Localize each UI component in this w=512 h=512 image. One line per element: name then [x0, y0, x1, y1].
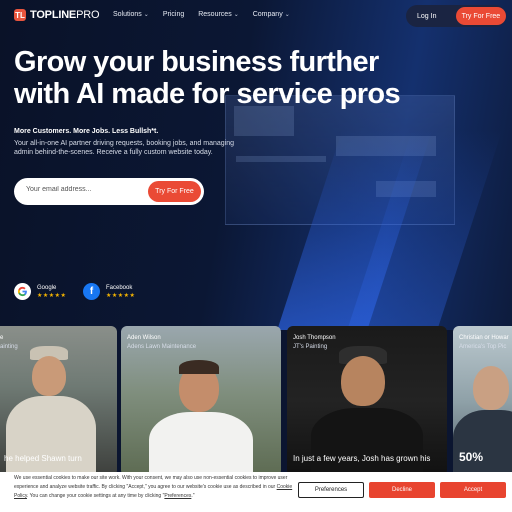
email-signup-form: Try For Free	[14, 178, 204, 205]
cookie-text: We use essential cookies to make our sit…	[14, 474, 294, 501]
cookie-text-part-2: . You can change your cookie settings at…	[26, 493, 165, 499]
person-head	[32, 356, 66, 396]
headline-line-1: Grow your business further	[14, 46, 379, 78]
person-body	[149, 412, 253, 476]
testimonial-author: Aden Wilson Adens Lawn Maintenance	[127, 334, 196, 352]
email-input[interactable]	[26, 186, 136, 193]
accept-button[interactable]: Accept	[440, 482, 506, 498]
logo-mark-icon: TL	[14, 9, 26, 21]
hero-subhead: More Customers. More Jobs. Less Bullsh*t…	[14, 128, 159, 135]
login-button[interactable]: Log In	[417, 13, 452, 20]
author-company: JT's Painting	[293, 344, 328, 350]
star-rating: ★★★★★	[106, 293, 136, 299]
headline-line-2: with AI made for service pros	[14, 78, 401, 110]
testimonial-quote: 50%	[459, 450, 484, 464]
chevron-down-icon: ⌄	[143, 12, 149, 18]
chevron-down-icon: ⌄	[284, 12, 290, 18]
cookie-text-part-1: We use essential cookies to make our sit…	[14, 475, 288, 490]
person-head	[473, 366, 509, 410]
review-source: Google	[37, 285, 57, 291]
nav-pricing[interactable]: Pricing	[163, 11, 184, 18]
person-body	[6, 396, 96, 476]
cookie-text-part-3: ."	[191, 493, 195, 499]
testimonial-card[interactable]: Josh Thompson JT's Painting In just a fe…	[287, 326, 447, 476]
author-name: e	[0, 335, 4, 341]
testimonial-author: e ainting	[0, 334, 18, 352]
testimonial-quote: he helped Shawn turn	[4, 454, 82, 463]
review-source: Facebook	[106, 285, 133, 291]
testimonial-card[interactable]: e ainting he helped Shawn turn	[0, 326, 117, 476]
brand-logo[interactable]: TL TOPLINEPRO	[14, 9, 100, 21]
nav-resources[interactable]: Resources ⌄	[198, 11, 239, 18]
author-company: Adens Lawn Maintenance	[127, 344, 197, 350]
star-rating: ★★★★★	[37, 293, 67, 299]
testimonial-author: Josh Thompson JT's Painting	[293, 334, 336, 352]
facebook-icon: f	[83, 283, 100, 300]
nav-solutions-label: Solutions	[113, 11, 142, 18]
testimonial-author: Christian or Howar America's Top Pic	[459, 334, 509, 352]
author-company: ainting	[0, 344, 18, 350]
hero-description: Your all-in-one AI partner driving reque…	[14, 140, 234, 156]
chevron-down-icon: ⌄	[233, 12, 239, 18]
facebook-review-badge[interactable]: f Facebook ★★★★★	[83, 283, 135, 300]
hero-headline: Grow your business further with AI made …	[14, 46, 434, 110]
logo-name-bold: TOPLINE	[30, 9, 77, 21]
logo-name-light: PRO	[76, 9, 100, 21]
nav-links: Solutions ⌄ Pricing Resources ⌄ Company ⌄	[113, 11, 304, 18]
testimonial-quote: In just a few years, Josh has grown his	[293, 454, 431, 463]
nav-company[interactable]: Company ⌄	[253, 11, 290, 18]
author-name: Christian or Howar	[459, 335, 509, 341]
google-review-badge[interactable]: Google ★★★★★	[14, 283, 66, 300]
author-name: Josh Thompson	[293, 335, 336, 341]
author-company: America's Top Pic	[459, 344, 507, 350]
hero-try-free-button[interactable]: Try For Free	[148, 181, 201, 202]
top-navigation: TL TOPLINEPRO Solutions ⌄ Pricing Resourc…	[0, 0, 512, 32]
nav-pricing-label: Pricing	[162, 11, 185, 18]
google-icon	[14, 283, 31, 300]
facebook-review-text: Facebook ★★★★★	[106, 284, 135, 299]
testimonial-carousel: e ainting he helped Shawn turn Aden Wils…	[0, 326, 512, 476]
testimonial-card[interactable]: Aden Wilson Adens Lawn Maintenance	[121, 326, 281, 476]
logo-text: TOPLINEPRO	[30, 9, 100, 21]
nav-actions: Log In Try For Free	[406, 5, 506, 27]
decline-button[interactable]: Decline	[369, 482, 435, 498]
nav-try-free-button[interactable]: Try For Free	[455, 7, 506, 25]
testimonial-card[interactable]: Christian or Howar America's Top Pic 50%	[453, 326, 512, 476]
nav-resources-label: Resources	[198, 11, 232, 18]
google-review-text: Google ★★★★★	[37, 284, 66, 299]
cookie-banner: We use essential cookies to make our sit…	[0, 472, 512, 512]
person-body	[311, 408, 423, 476]
person-body	[453, 410, 512, 476]
person-hair	[179, 360, 219, 374]
preferences-link[interactable]: Preferences	[164, 493, 191, 499]
nav-solutions[interactable]: Solutions ⌄	[113, 11, 149, 18]
preferences-button[interactable]: Preferences	[298, 482, 364, 498]
person-head	[341, 356, 385, 406]
nav-company-label: Company	[252, 11, 283, 18]
author-name: Aden Wilson	[127, 335, 161, 341]
